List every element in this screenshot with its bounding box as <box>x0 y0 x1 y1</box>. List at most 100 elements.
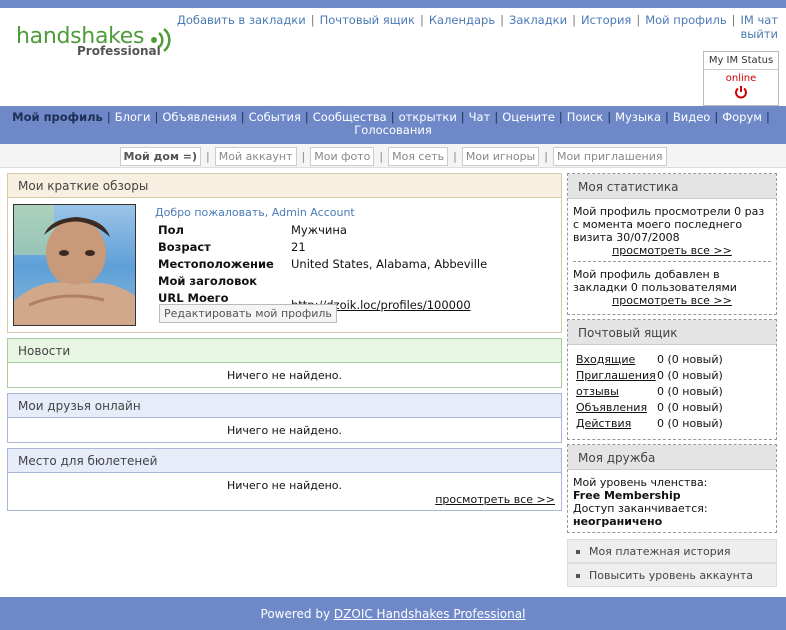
logo-subtitle: Professional <box>77 44 161 58</box>
profile-photo-image <box>14 205 135 325</box>
nav-video[interactable]: Видео <box>673 110 710 124</box>
mailbox-announcements-count: 0 (0 новый) <box>657 400 723 414</box>
mailbox-actions-count: 0 (0 новый) <box>657 416 723 430</box>
im-status-box[interactable]: My IM Status online <box>703 51 779 106</box>
mailbox-title: Почтовый ящик <box>568 320 776 345</box>
info-row-headline: Мой заголовок <box>158 274 487 291</box>
bullet-icon <box>576 574 580 578</box>
mailbox-box: Почтовый ящик Входящие 0 (0 новый) Пригла… <box>567 319 777 440</box>
membership-level-label: Мой уровень членства: <box>573 476 708 489</box>
bulletin-panel: Место для бюлетеней Ничего не найдено. п… <box>7 448 562 511</box>
membership-expires-label: Доступ заканчивается: <box>573 502 708 515</box>
sub-nav: Мой дом =) | Мой аккаунт | Мои фото | Моя сеть… <box>0 144 786 168</box>
nav-search[interactable]: Поиск <box>567 110 603 124</box>
friends-online-panel: Мои друзья онлайн Ничего не найдено. <box>7 393 562 443</box>
info-label-location: Местоположение <box>158 257 274 271</box>
mailbox-invitations-count: 0 (0 новый) <box>657 368 723 382</box>
subnav-my-home[interactable]: Мой дом =) <box>119 147 202 166</box>
friendship-box: Моя дружба Мой уровень членства: Free Me… <box>567 444 777 533</box>
stats-divider <box>573 261 771 262</box>
nav-events[interactable]: События <box>249 110 301 124</box>
top-links: Добавить в закладки | Почтовый ящик | Календ… <box>176 13 778 41</box>
friends-empty-text: Ничего не найдено. <box>226 424 343 437</box>
toplink-bookmarks[interactable]: Закладки <box>509 13 567 27</box>
nav-rate[interactable]: Оцените <box>502 110 555 124</box>
mailbox-reviews-count: 0 (0 новый) <box>657 384 723 398</box>
nav-blogs[interactable]: Блоги <box>115 110 151 124</box>
mailbox-row: Действия 0 (0 новый) <box>576 415 723 431</box>
toplink-mailbox[interactable]: Почтовый ящик <box>320 13 415 27</box>
footer-prefix: Powered by <box>260 607 334 621</box>
power-icon[interactable] <box>734 85 748 99</box>
toplink-history[interactable]: История <box>581 13 631 27</box>
subnav-my-invitations[interactable]: Мои приглашения <box>552 147 667 166</box>
main-nav: Мой профиль | Блоги | Объявления | События | Соо… <box>0 106 786 144</box>
stats-bookmarks-link[interactable]: просмотреть все >> <box>612 294 732 307</box>
mailbox-reviews-link[interactable]: отзывы <box>576 385 619 398</box>
info-value-age: 21 <box>291 240 306 254</box>
info-value-headline <box>291 274 487 291</box>
top-stripe <box>0 0 786 8</box>
upgrade-account-link[interactable]: Повысить уровень аккаунта <box>567 563 777 587</box>
news-empty-text: Ничего не найдено. <box>226 369 343 382</box>
toplink-calendar[interactable]: Календарь <box>429 13 495 27</box>
subnav-my-ignores[interactable]: Мои игноры <box>461 147 540 166</box>
upgrade-account-label: Повысить уровень аккаунта <box>589 569 754 582</box>
footer: Powered by DZOIC Handshakes Professional <box>0 597 786 630</box>
nav-polls[interactable]: Голосования <box>354 123 432 137</box>
news-panel: Новости Ничего не найдено. <box>7 338 562 388</box>
info-label-age: Возраст <box>158 240 211 254</box>
overview-panel: Мои краткие обзоры Добро пожаловать, Adm… <box>7 173 562 333</box>
mailbox-row: отзывы 0 (0 новый) <box>576 383 723 399</box>
stats-box: Моя статистика Мой профиль просмотрели 0… <box>567 173 777 315</box>
info-row-gender: Пол Мужчина <box>158 223 487 240</box>
bulletin-view-all-link[interactable]: просмотреть все >> <box>435 493 555 506</box>
news-title: Новости <box>8 339 561 363</box>
payment-history-link[interactable]: Моя платежная история <box>567 539 777 563</box>
nav-my-profile[interactable]: Мой профиль <box>12 110 103 124</box>
membership-level-value: Free Membership <box>573 489 681 502</box>
im-status-state: online <box>725 73 757 84</box>
toplink-logout[interactable]: выйти <box>740 27 778 41</box>
mailbox-row: Входящие 0 (0 новый) <box>576 351 723 367</box>
nav-forum[interactable]: Форум <box>722 110 762 124</box>
bulletin-empty-text: Ничего не найдено. <box>226 479 343 492</box>
nav-ecards[interactable]: открытки <box>399 110 457 124</box>
nav-groups[interactable]: Сообщества <box>313 110 387 124</box>
account-links: Моя платежная история Повысить уровень а… <box>567 539 777 587</box>
info-value-gender: Мужчина <box>291 223 347 237</box>
friendship-title: Моя дружба <box>568 445 776 470</box>
mailbox-actions-link[interactable]: Действия <box>576 417 631 430</box>
stats-views-text: Мой профиль просмотрели 0 раз с момента … <box>573 205 765 244</box>
welcome-text: Добро пожаловать, Admin Account <box>155 206 355 219</box>
subnav-my-account[interactable]: Мой аккаунт <box>214 147 297 166</box>
mailbox-inbox-link[interactable]: Входящие <box>576 353 635 366</box>
nav-music[interactable]: Музыка <box>615 110 661 124</box>
info-value-location: United States, Alabama, Abbeville <box>291 257 488 271</box>
footer-link[interactable]: DZOIC Handshakes Professional <box>334 607 526 621</box>
mailbox-row: Объявления 0 (0 новый) <box>576 399 723 415</box>
stats-bookmarks-text: Мой профиль добавлен в закладки 0 пользо… <box>573 268 737 294</box>
nav-chat[interactable]: Чат <box>469 110 491 124</box>
profile-photo[interactable] <box>13 204 136 326</box>
toplink-my-profile[interactable]: Мой профиль <box>645 13 726 27</box>
membership-expires-value: неограничено <box>573 515 663 528</box>
mailbox-announcements-link[interactable]: Объявления <box>576 401 647 414</box>
stats-views-link[interactable]: просмотреть все >> <box>612 244 732 257</box>
bullet-icon <box>576 550 580 554</box>
edit-profile-button[interactable]: Редактировать мой профиль <box>159 304 337 323</box>
toplink-im-chat[interactable]: IM чат <box>740 13 778 27</box>
info-label-headline: Мой заголовок <box>158 274 258 288</box>
mailbox-invitations-link[interactable]: Приглашения <box>576 369 656 382</box>
subnav-my-network[interactable]: Моя сеть <box>388 147 449 166</box>
info-row-location: Местоположение United States, Alabama, Ab… <box>158 257 487 274</box>
subnav-my-photos[interactable]: Мои фото <box>310 147 375 166</box>
mailbox-row: Приглашения 0 (0 новый) <box>576 367 723 383</box>
friends-online-title: Мои друзья онлайн <box>8 394 561 418</box>
mailbox-table: Входящие 0 (0 новый) Приглашения 0 (0 новы… <box>576 351 723 431</box>
toplink-bookmark-add[interactable]: Добавить в закладки <box>177 13 306 27</box>
overview-title: Мои краткие обзоры <box>8 174 561 198</box>
nav-classifieds[interactable]: Объявления <box>162 110 236 124</box>
info-label-gender: Пол <box>158 223 184 237</box>
stats-title: Моя статистика <box>568 174 776 199</box>
